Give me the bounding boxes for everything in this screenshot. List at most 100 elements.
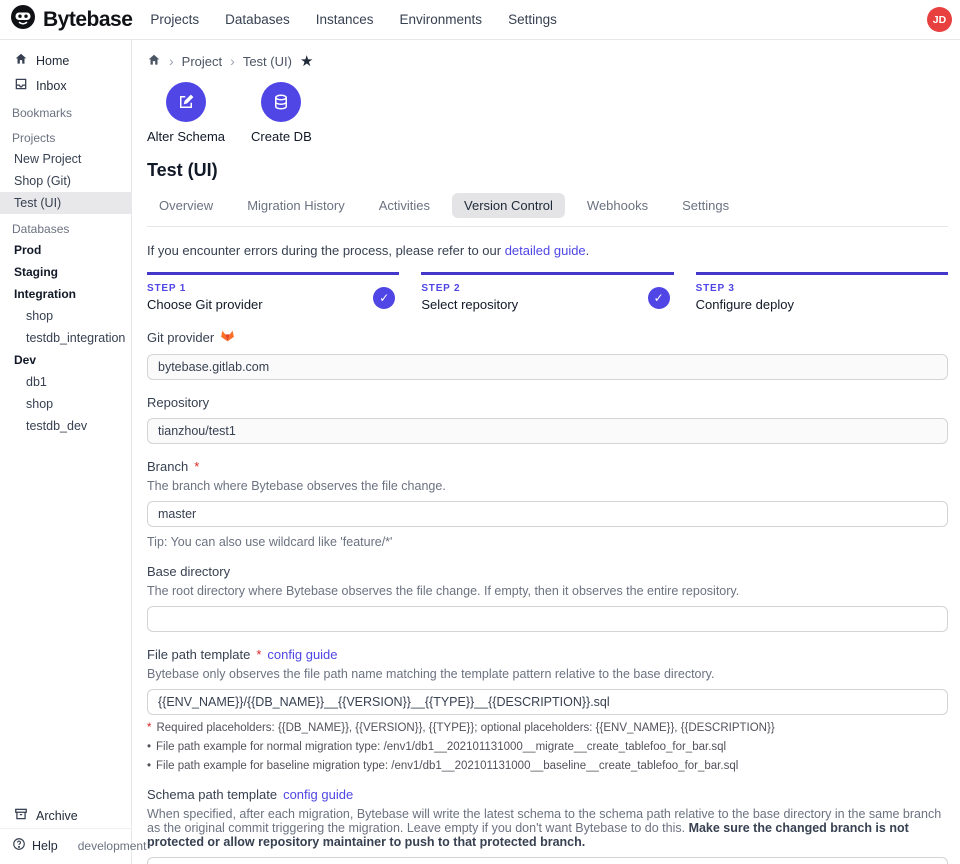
quick-actions: Alter Schema Create DB [147,82,948,144]
repository-label: Repository [147,395,209,410]
branch-label: Branch [147,459,188,474]
nav-databases[interactable]: Databases [225,12,290,27]
alter-schema-icon [166,82,206,122]
schema-path-template-field: Schema path template config guide When s… [147,787,948,864]
schema-path-template-input[interactable] [147,857,948,864]
step-1-title: Choose Git provider [147,297,373,312]
note-text: File path example for baseline migration… [156,760,738,772]
help-icon[interactable] [12,837,26,854]
alter-schema-button[interactable]: Alter Schema [147,82,225,144]
branch-input[interactable] [147,501,948,527]
branch-field: Branch * The branch where Bytebase obser… [147,459,948,549]
nav-links: Projects Databases Instances Environment… [150,12,927,27]
note-text: Required placeholders: {{DB_NAME}}, {{VE… [156,722,774,734]
required-asterisk: * [194,459,199,474]
favorite-star-icon[interactable]: ★ [300,52,313,70]
sidebar-bottom: Help development [0,828,131,864]
archive-icon [14,807,28,824]
step-2-eyebrow: STEP 2 [421,283,647,294]
file-path-note-example-normal: • File path example for normal migration… [147,741,948,753]
step-1-eyebrow: STEP 1 [147,283,373,294]
sidebar-db-shop-integration[interactable]: shop [0,305,131,327]
error-guide-text: If you encounter errors during the proce… [147,243,948,258]
repository-input[interactable] [147,418,948,444]
nav-instances[interactable]: Instances [316,12,374,27]
sidebar-db-testdb-dev[interactable]: testdb_dev [0,415,131,437]
required-asterisk: * [256,647,261,662]
sidebar-item-label: Home [36,54,69,68]
file-path-config-guide-link[interactable]: config guide [267,647,337,662]
sidebar-header-databases: Databases [0,214,131,239]
branch-tip: Tip: You can also use wildcard like 'fea… [147,535,948,549]
tab-activities[interactable]: Activities [367,193,442,218]
step-2-check-icon: ✓ [648,287,670,309]
file-path-template-input[interactable] [147,689,948,715]
sidebar-item-label: Inbox [36,79,67,93]
inbox-icon [14,77,28,94]
breadcrumb-separator: › [169,53,174,69]
breadcrumb-home-icon[interactable] [147,53,161,70]
base-directory-field: Base directory The root directory where … [147,564,948,632]
git-provider-label: Git provider [147,330,214,345]
sidebar-env-integration[interactable]: Integration [0,283,131,305]
sidebar-env-dev[interactable]: Dev [0,349,131,371]
file-path-template-help: Bytebase only observes the file path nam… [147,667,948,681]
step-1-check-icon: ✓ [373,287,395,309]
breadcrumb: › Project › Test (UI) ★ [147,52,948,70]
tab-migration-history[interactable]: Migration History [235,193,357,218]
repository-field: Repository [147,395,948,444]
create-db-button[interactable]: Create DB [251,82,312,144]
note-text: File path example for normal migration t… [156,741,726,753]
bytebase-logo-icon [10,4,36,35]
file-path-template-field: File path template * config guide Byteba… [147,647,948,772]
guide-period: . [586,243,590,258]
steps: STEP 1 Choose Git provider ✓ STEP 2 Sele… [147,272,948,312]
sidebar-db-shop-dev[interactable]: shop [0,393,131,415]
sidebar-item-inbox[interactable]: Inbox [0,73,131,98]
home-icon [14,52,28,69]
sidebar-env-prod[interactable]: Prod [0,239,131,261]
git-provider-input[interactable] [147,354,948,380]
sidebar: Home Inbox Bookmarks Projects New Projec… [0,40,132,864]
step-3: STEP 3 Configure deploy [696,272,948,312]
file-path-template-label: File path template [147,647,250,662]
sidebar-header-bookmarks: Bookmarks [0,98,131,123]
schema-path-template-help: When specified, after each migration, By… [147,807,948,849]
base-directory-input[interactable] [147,606,948,632]
help-label[interactable]: Help [32,839,58,853]
sidebar-item-test-ui[interactable]: Test (UI) [0,192,131,214]
sidebar-item-new-project[interactable]: New Project [0,148,131,170]
tab-bar: Overview Migration History Activities Ve… [147,193,948,227]
breadcrumb-separator: › [230,53,235,69]
breadcrumb-project[interactable]: Project [182,54,222,69]
nav-settings[interactable]: Settings [508,12,557,27]
tab-settings[interactable]: Settings [670,193,741,218]
user-avatar[interactable]: JD [927,7,952,32]
file-path-note-required: * Required placeholders: {{DB_NAME}}, {{… [147,722,948,734]
sidebar-db-testdb-integration[interactable]: testdb_integration [0,327,131,349]
vcs-form: Git provider Repository Branch * The bra… [147,328,948,864]
sidebar-item-shop-git[interactable]: Shop (Git) [0,170,131,192]
sidebar-db-db1[interactable]: db1 [0,371,131,393]
detailed-guide-link[interactable]: detailed guide [505,243,586,258]
tab-version-control[interactable]: Version Control [452,193,565,218]
step-2-title: Select repository [421,297,647,312]
guide-text: If you encounter errors during the proce… [147,243,505,258]
schema-path-template-label: Schema path template [147,787,277,802]
tab-webhooks[interactable]: Webhooks [575,193,660,218]
sidebar-item-archive[interactable]: Archive [0,803,131,828]
branch-help: The branch where Bytebase observes the f… [147,479,948,493]
create-db-icon [261,82,301,122]
nav-projects[interactable]: Projects [150,12,199,27]
brand-logo[interactable]: Bytebase [10,4,132,35]
nav-environments[interactable]: Environments [400,12,483,27]
file-path-note-example-baseline: • File path example for baseline migrati… [147,760,948,772]
sidebar-item-home[interactable]: Home [0,48,131,73]
schema-path-config-guide-link[interactable]: config guide [283,787,353,802]
step-3-title: Configure deploy [696,297,948,312]
sidebar-env-staging[interactable]: Staging [0,261,131,283]
gitlab-icon [220,328,235,346]
base-directory-help: The root directory where Bytebase observ… [147,584,948,598]
tab-overview[interactable]: Overview [147,193,225,218]
breadcrumb-current[interactable]: Test (UI) [243,54,292,69]
